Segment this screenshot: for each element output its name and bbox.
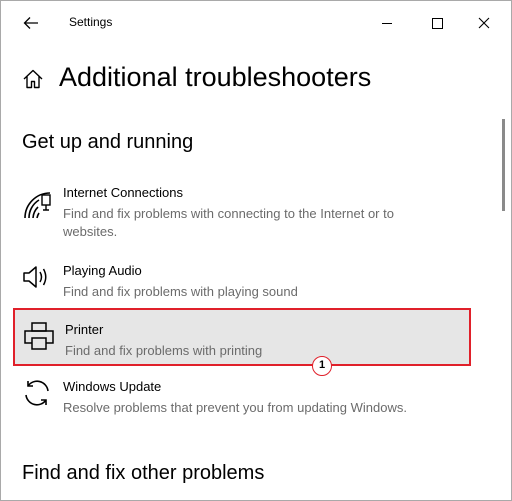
page-title: Additional troubleshooters [59,62,372,92]
back-button[interactable] [19,11,43,35]
close-icon [478,17,490,29]
close-button[interactable] [470,9,498,37]
section-title-get-up-and-running: Get up and running [22,131,194,153]
minimize-icon [382,23,392,24]
back-arrow-icon [23,17,38,29]
troubleshooter-windows-update[interactable]: Windows Update Resolve problems that pre… [13,373,471,421]
window-title: Settings [69,15,113,29]
home-icon [23,69,43,89]
item-description: Find and fix problems with printing [65,343,263,358]
title-bar: Settings [1,1,511,45]
item-title: Windows Update [63,379,162,394]
home-button[interactable] [21,67,45,91]
sync-icon [21,377,53,409]
printer-icon [23,320,55,352]
item-description: Find and fix problems with playing sound [63,284,298,299]
maximize-icon [432,18,443,29]
speaker-icon [21,261,53,293]
troubleshooter-playing-audio[interactable]: Playing Audio Find and fix problems with… [13,257,471,303]
troubleshooter-printer[interactable]: Printer Find and fix problems with print… [13,308,471,366]
minimize-button[interactable] [373,9,401,37]
troubleshooter-internet-connections[interactable]: Internet Connections Find and fix proble… [13,179,471,243]
wifi-network-icon [21,189,53,221]
item-title: Internet Connections [63,185,183,200]
item-title: Printer [65,322,104,337]
section-title-find-and-fix-other: Find and fix other problems [22,462,265,484]
item-description: Find and fix problems with connecting to… [63,206,394,239]
maximize-button[interactable] [423,9,451,37]
settings-window: Settings Additional troubleshooters Get … [0,0,512,501]
item-title: Playing Audio [63,263,142,278]
item-description: Resolve problems that prevent you from u… [63,400,407,415]
scrollbar[interactable] [502,119,505,211]
